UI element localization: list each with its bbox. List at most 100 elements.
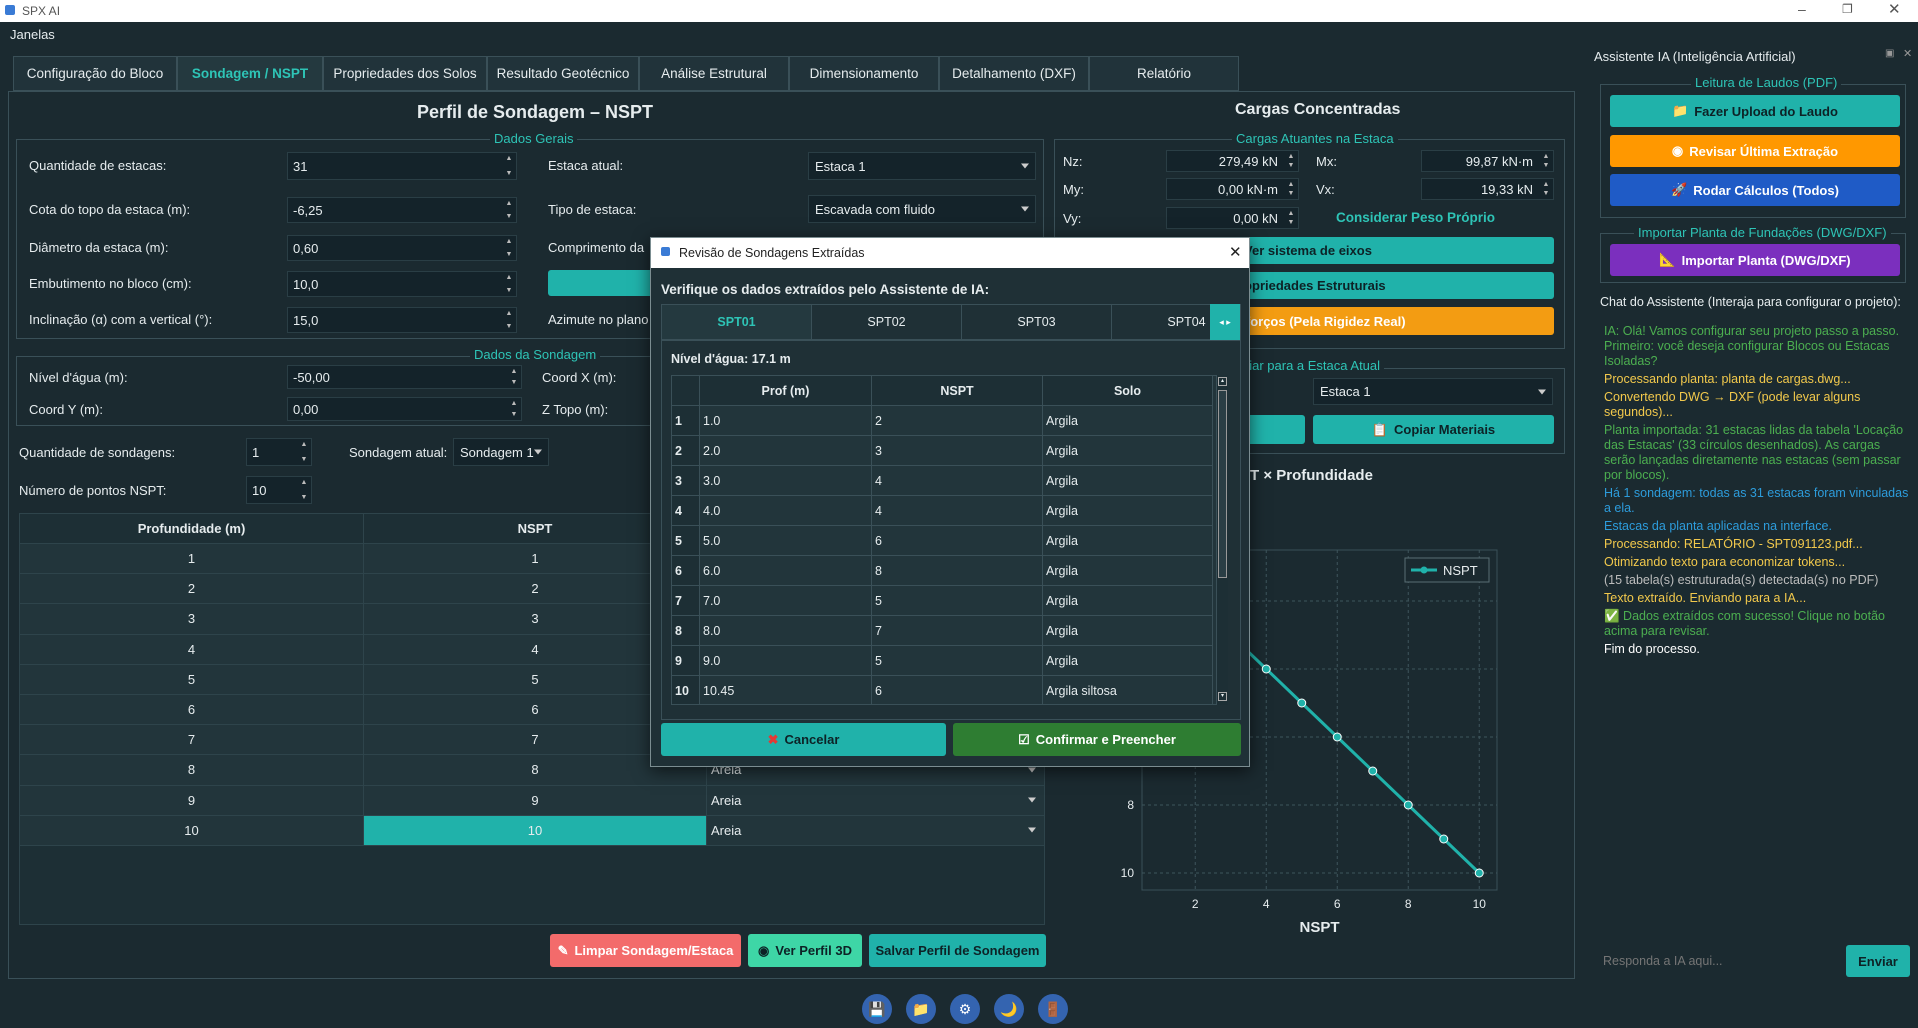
table-cell-nspt[interactable]: 10 <box>364 815 707 846</box>
dialog-cell-prof[interactable]: 1.0 <box>700 406 872 436</box>
spin-up-icon[interactable]: ▲ <box>298 441 310 448</box>
moon-icon[interactable]: 🌙 <box>994 994 1024 1024</box>
table-cell-profundidade[interactable]: 7 <box>20 725 364 756</box>
restore-icon[interactable]: ❐ <box>1842 2 1853 16</box>
peso-proprio-checkbox[interactable]: Considerar Peso Próprio <box>1336 210 1495 225</box>
cancelar-button[interactable]: ✖ Cancelar <box>661 723 946 756</box>
qtd-sond-input[interactable]: 1 ▲ ▼ <box>246 438 312 466</box>
table-cell-profundidade[interactable]: 9 <box>20 785 364 816</box>
close-panel-icon[interactable]: ✕ <box>1903 47 1912 60</box>
spin-up-icon[interactable]: ▲ <box>503 155 515 162</box>
dialog-cell-solo[interactable]: Argila <box>1043 406 1213 436</box>
estaca-atual-select[interactable]: Estaca 1 <box>808 152 1036 180</box>
dialog-cell-prof[interactable]: 10.45 <box>700 676 872 704</box>
copiar-estaca-select[interactable]: Estaca 1 <box>1313 378 1553 405</box>
spin-up-icon[interactable]: ▲ <box>1285 181 1297 188</box>
dialog-cell-solo[interactable]: Argila <box>1043 586 1213 616</box>
dialog-cell-prof[interactable]: 9.0 <box>700 646 872 676</box>
spin-down-icon[interactable]: ▼ <box>503 213 515 220</box>
spin-down-icon[interactable]: ▼ <box>508 411 520 418</box>
scroll-down-icon[interactable]: ▾ <box>1218 692 1227 701</box>
spin-up-icon[interactable]: ▲ <box>1540 181 1552 188</box>
tab-configuracao-bloco[interactable]: Configuração do Bloco <box>13 56 177 91</box>
dialog-cell-prof[interactable]: 7.0 <box>700 586 872 616</box>
rodar-calculos-button[interactable]: 🚀 Rodar Cálculos (Todos) <box>1610 174 1900 206</box>
dialog-cell-nspt[interactable]: 2 <box>872 406 1043 436</box>
dialog-cell-solo[interactable]: Argila <box>1043 436 1213 466</box>
tab-sondagem[interactable]: Sondagem / NSPT <box>177 56 323 91</box>
dialog-col-header[interactable]: NSPT <box>872 376 1043 406</box>
tab-analise-estrutural[interactable]: Análise Estrutural <box>639 56 789 91</box>
spin-down-icon[interactable]: ▼ <box>1285 162 1297 169</box>
dialog-scrollbar[interactable]: ▴ ▾ <box>1216 375 1228 705</box>
spin-up-icon[interactable]: ▲ <box>1540 153 1552 160</box>
folder-icon[interactable]: 📁 <box>906 994 936 1024</box>
dialog-cell-prof[interactable]: 2.0 <box>700 436 872 466</box>
spin-up-icon[interactable]: ▲ <box>508 400 520 407</box>
tipo-select[interactable]: Escavada com fluido <box>808 195 1036 223</box>
spin-up-icon[interactable]: ▲ <box>1285 153 1297 160</box>
table-cell-solo[interactable]: Areia <box>707 815 1045 846</box>
dialog-cell-solo[interactable]: Argila <box>1043 526 1213 556</box>
tab-relatorio[interactable]: Relatório <box>1089 56 1239 91</box>
dialog-cell-nspt[interactable]: 4 <box>872 496 1043 526</box>
table-cell-nspt[interactable]: 9 <box>364 785 707 816</box>
save-icon[interactable]: 💾 <box>862 994 892 1024</box>
dialog-col-header[interactable]: Prof (m) <box>700 376 872 406</box>
spin-down-icon[interactable]: ▼ <box>1540 190 1552 197</box>
exit-icon[interactable]: 🚪 <box>1038 994 1068 1024</box>
spin-down-icon[interactable]: ▼ <box>1285 190 1297 197</box>
menu-janelas[interactable]: Janelas <box>10 27 55 42</box>
coordy-input[interactable]: 0,00 ▲ ▼ <box>287 397 522 421</box>
spin-down-icon[interactable]: ▼ <box>503 323 515 330</box>
copiar-materiais-button[interactable]: 📋 Copiar Materiais <box>1313 415 1554 444</box>
col-header-profundidade[interactable]: Profundidade (m) <box>20 514 364 544</box>
dialog-cell-prof[interactable]: 3.0 <box>700 466 872 496</box>
spin-up-icon[interactable]: ▲ <box>503 310 515 317</box>
vy-input[interactable]: 0,00 kN ▲ ▼ <box>1166 207 1299 229</box>
table-cell-profundidade[interactable]: 6 <box>20 695 364 726</box>
table-cell-profundidade[interactable]: 10 <box>20 815 364 846</box>
gear-icon[interactable]: ⚙ <box>950 994 980 1024</box>
upload-laudo-button[interactable]: 📁 Fazer Upload do Laudo <box>1610 95 1900 127</box>
dialog-cell-nspt[interactable]: 6 <box>872 526 1043 556</box>
my-input[interactable]: 0,00 kN·m ▲ ▼ <box>1166 178 1299 200</box>
dialog-cell-prof[interactable]: 4.0 <box>700 496 872 526</box>
dialog-cell-solo[interactable]: Argila <box>1043 616 1213 646</box>
qtd-estacas-input[interactable]: 31 ▲ ▼ <box>287 152 517 180</box>
dialog-cell-nspt[interactable]: 5 <box>872 646 1043 676</box>
nivel-input[interactable]: -50,00 ▲ ▼ <box>287 365 522 389</box>
dialog-cell-solo[interactable]: Argila <box>1043 556 1213 586</box>
teal-action-button[interactable] <box>548 270 658 296</box>
num-pontos-input[interactable]: 10 ▲ ▼ <box>246 476 312 504</box>
dialog-cell-solo[interactable]: Argila <box>1043 466 1213 496</box>
dialog-tabs-scroll[interactable]: ◂ ▸ <box>1210 304 1240 340</box>
close-icon[interactable]: ✕ <box>1888 0 1901 18</box>
dialog-cell-nspt[interactable]: 3 <box>872 436 1043 466</box>
salvar-perfil-button[interactable]: Salvar Perfil de Sondagem <box>869 934 1046 967</box>
diam-input[interactable]: 0,60 ▲ ▼ <box>287 235 517 261</box>
spin-down-icon[interactable]: ▼ <box>1540 162 1552 169</box>
spin-up-icon[interactable]: ▲ <box>508 368 520 375</box>
spin-up-icon[interactable]: ▲ <box>503 200 515 207</box>
revisar-extracao-button[interactable]: ◉ Revisar Última Extração <box>1610 135 1900 167</box>
table-cell-profundidade[interactable]: 4 <box>20 634 364 665</box>
spin-down-icon[interactable]: ▼ <box>508 379 520 386</box>
spin-down-icon[interactable]: ▼ <box>503 170 515 177</box>
spin-down-icon[interactable]: ▼ <box>298 456 310 463</box>
dialog-cell-nspt[interactable]: 5 <box>872 586 1043 616</box>
dialog-cell-prof[interactable]: 6.0 <box>700 556 872 586</box>
dialog-cell-nspt[interactable]: 6 <box>872 676 1043 704</box>
corner-header[interactable] <box>672 376 700 406</box>
tab-dimensionamento[interactable]: Dimensionamento <box>789 56 939 91</box>
spin-up-icon[interactable]: ▲ <box>503 274 515 281</box>
dialog-tab-spt02[interactable]: SPT02 <box>812 305 962 339</box>
table-cell-profundidade[interactable]: 3 <box>20 604 364 635</box>
dialog-cell-nspt[interactable]: 8 <box>872 556 1043 586</box>
importar-planta-button[interactable]: 📐 Importar Planta (DWG/DXF) <box>1610 244 1900 276</box>
spin-down-icon[interactable]: ▼ <box>503 251 515 258</box>
mx-input[interactable]: 99,87 kN·m ▲ ▼ <box>1421 150 1554 172</box>
dialog-cell-prof[interactable]: 5.0 <box>700 526 872 556</box>
cota-input[interactable]: -6,25 ▲ ▼ <box>287 197 517 223</box>
spin-up-icon[interactable]: ▲ <box>1285 210 1297 217</box>
